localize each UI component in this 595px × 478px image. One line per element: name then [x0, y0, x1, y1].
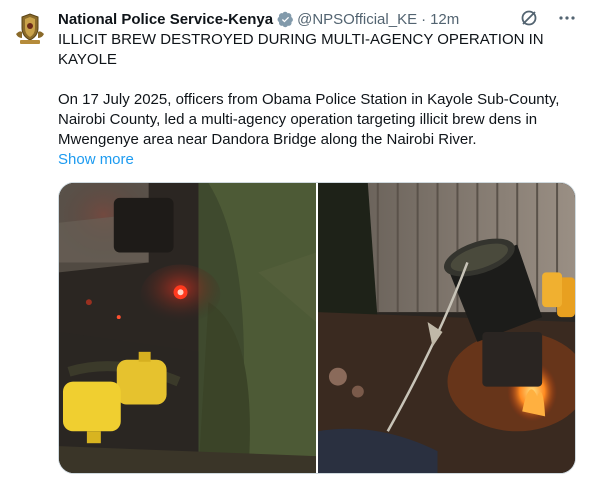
timestamp[interactable]: 12m [430, 11, 459, 28]
tweet-photo-2[interactable] [318, 183, 575, 473]
night-scene-image-2 [318, 183, 575, 473]
police-crest-icon [11, 9, 49, 47]
tweet-header: National Police Service-Kenya @NPSOffici… [58, 9, 459, 29]
night-scene-image-1 [59, 183, 316, 473]
tweet-body: ILLICIT BREW DESTROYED DURING MULTI-AGEN… [58, 30, 580, 170]
grok-icon[interactable] [519, 8, 539, 28]
avatar[interactable] [10, 8, 50, 48]
tweet-paragraph: On 17 July 2025, officers from Obama Pol… [58, 91, 560, 148]
more-options-icon[interactable] [557, 8, 577, 28]
verified-badge-icon[interactable] [277, 11, 294, 28]
handle[interactable]: @NPSOfficial_KE [297, 11, 417, 28]
dot-separator: · [421, 10, 427, 28]
display-name[interactable]: National Police Service-Kenya [58, 11, 273, 28]
tweet-headline: ILLICIT BREW DESTROYED DURING MULTI-AGEN… [58, 31, 544, 68]
tweet-photo-1[interactable] [59, 183, 316, 473]
header-actions [519, 8, 577, 28]
show-more-link[interactable]: Show more [58, 150, 580, 170]
media-grid [58, 182, 576, 474]
